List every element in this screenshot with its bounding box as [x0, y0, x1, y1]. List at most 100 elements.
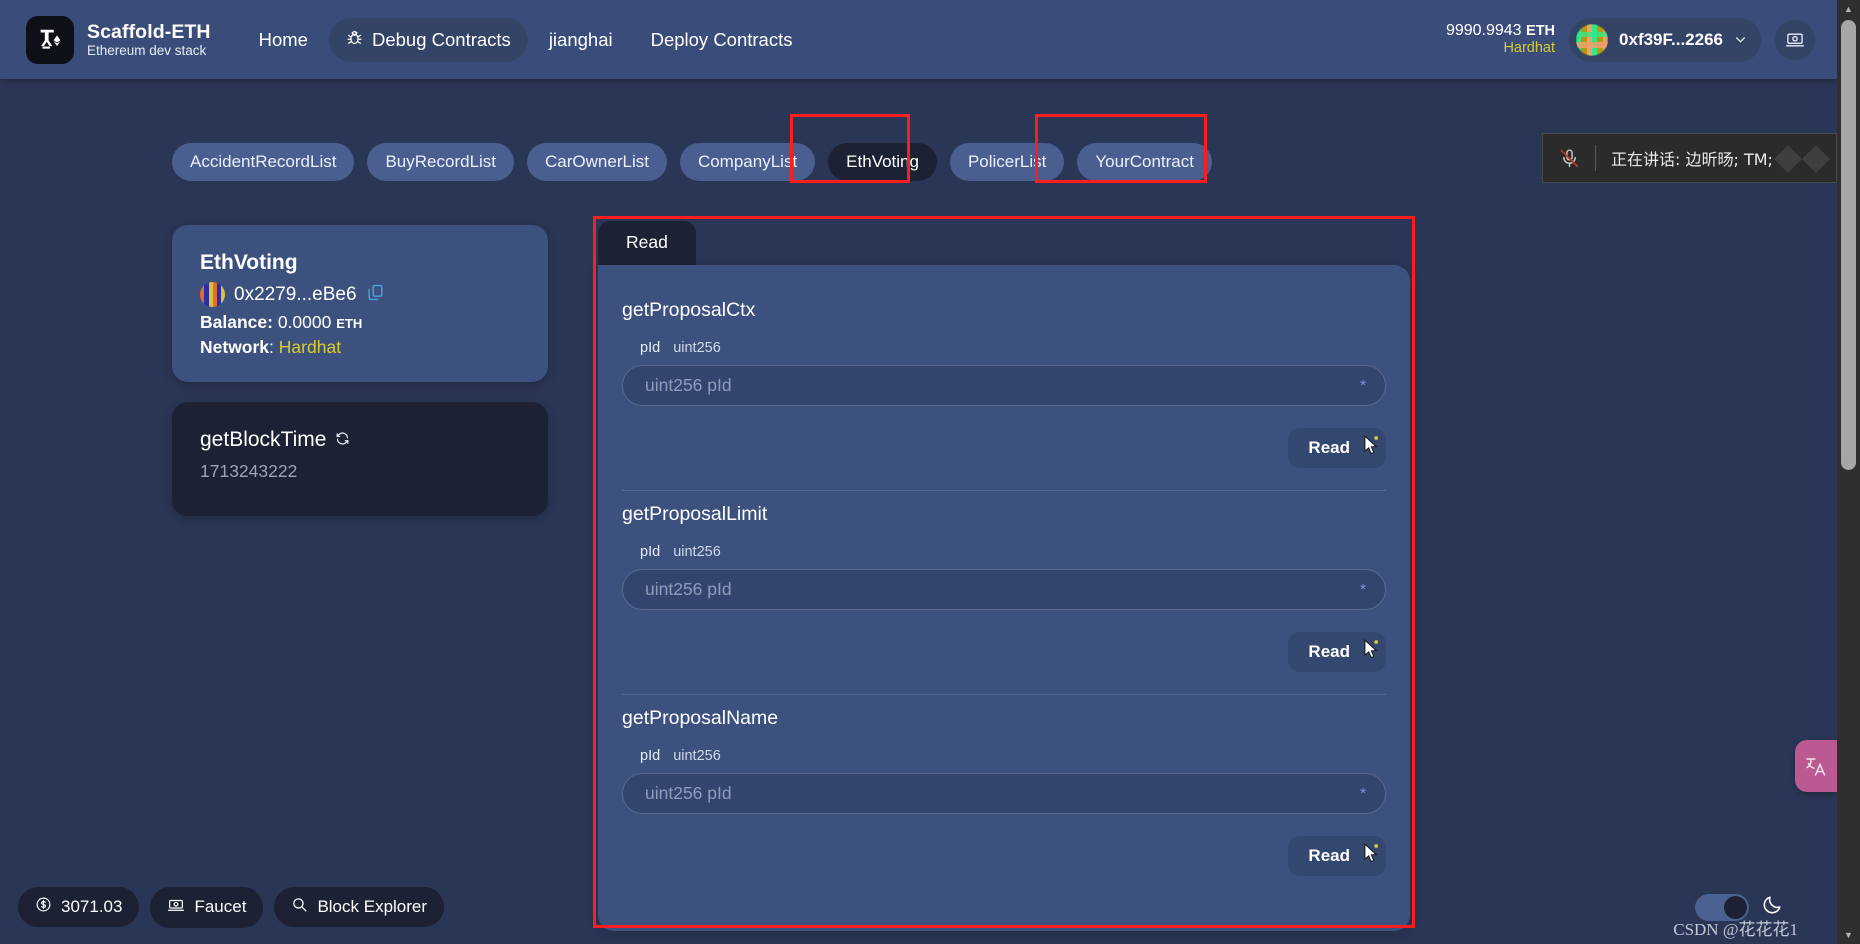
read-button-label: Read	[1308, 846, 1350, 865]
read-button-label: Read	[1308, 642, 1350, 661]
translate-icon[interactable]	[1795, 740, 1837, 792]
gas-price-value: 3071.03	[61, 897, 123, 916]
balance-label: Balance:	[200, 312, 273, 332]
brand[interactable]: Scaffold-ETH Ethereum dev stack	[26, 15, 211, 64]
contract-name: EthVoting	[200, 251, 298, 274]
block-explorer-button[interactable]: Block Explorer	[274, 887, 445, 927]
dollar-circle-icon	[35, 896, 52, 918]
blockie-avatar	[1576, 23, 1609, 56]
bug-icon	[346, 29, 363, 51]
search-icon	[291, 896, 308, 918]
faucet-button[interactable]: Faucet	[150, 886, 264, 928]
function-name: getBlockTime	[200, 428, 327, 451]
nav-item-debug-contracts[interactable]: Debug Contracts	[328, 17, 528, 62]
required-marker: *	[1360, 581, 1366, 598]
function-block-getproposalctx: getProposalCtx pId uint256 * Read	[622, 287, 1386, 491]
read-button[interactable]: Read	[1288, 632, 1386, 672]
nav-label: Home	[258, 28, 308, 50]
contract-tab-buyrecordlist[interactable]: BuyRecordList	[367, 143, 515, 181]
required-marker: *	[1360, 785, 1366, 802]
header-right: 9990.9943 ETH Hardhat 0xf39F...2266	[1446, 17, 1837, 62]
param-input[interactable]	[623, 375, 1385, 396]
faucet-label: Faucet	[194, 897, 247, 916]
param-input[interactable]	[623, 579, 1385, 600]
main-nav: Home Debug Contracts jianghai Deploy Con…	[242, 17, 810, 62]
function-block-getproposalname: getProposalName pId uint256 * Read	[622, 695, 1386, 898]
function-name: getProposalName	[622, 707, 779, 729]
balance-amount: 9990.9943	[1445, 21, 1522, 39]
brand-subtitle: Ethereum dev stack	[87, 42, 207, 58]
account-address: 0xf39F...2266	[1619, 29, 1723, 49]
contract-address[interactable]: 0x2279...eBe6	[234, 284, 357, 306]
required-marker: *	[1360, 377, 1366, 394]
contract-balance-line: Balance: 0.0000 ETH	[200, 312, 520, 333]
browser-scrollbar[interactable]: ▲ ▼	[1837, 0, 1860, 944]
param-type: uint256	[673, 748, 721, 764]
app-footer: 3071.03 Faucet Block Explorer	[0, 870, 1837, 944]
param-input-wrapper: *	[622, 773, 1386, 814]
faucet-banknote-icon	[167, 896, 185, 919]
network-value: Hardhat	[278, 337, 342, 357]
contract-sidebar: EthVoting 0x2279...eBe6 Balance: 0.0000 …	[172, 225, 548, 516]
network-label: Network	[200, 337, 270, 357]
refresh-icon[interactable]	[335, 428, 350, 452]
param-label: pId uint256	[640, 748, 1386, 764]
copy-icon[interactable]	[366, 283, 385, 307]
chevron-down-icon	[1734, 33, 1747, 46]
nav-item-deploy-contracts[interactable]: Deploy Contracts	[634, 18, 810, 62]
scroll-down-arrow-icon[interactable]: ▼	[1837, 926, 1860, 944]
moon-icon[interactable]	[1761, 894, 1783, 921]
screencast-icon[interactable]	[1775, 19, 1815, 60]
function-name: getProposalLimit	[622, 503, 768, 525]
tab-read[interactable]: Read	[598, 221, 696, 265]
wallet-balance: 9990.9943 ETH Hardhat	[1446, 22, 1555, 58]
contract-tab-companylist[interactable]: CompanyList	[679, 143, 816, 181]
mouse-pointer-icon	[1364, 639, 1379, 660]
read-button-label: Read	[1308, 438, 1350, 457]
contract-address-row: 0x2279...eBe6	[200, 282, 520, 307]
contract-tab-yourcontract[interactable]: YourContract	[1077, 143, 1212, 181]
function-block-getproposallimit: getProposalLimit pId uint256 * Read	[622, 491, 1386, 695]
mouse-pointer-icon	[1364, 843, 1379, 864]
get-block-time-value: 1713243222	[200, 461, 298, 481]
param-input[interactable]	[623, 783, 1385, 804]
contract-tab-list: AccidentRecordList BuyRecordList CarOwne…	[172, 143, 1212, 181]
app-header: Scaffold-ETH Ethereum dev stack Home Deb…	[0, 0, 1837, 79]
contract-tab-carownerlist[interactable]: CarOwnerList	[527, 143, 667, 181]
function-name: getProposalCtx	[622, 299, 756, 321]
balance-value: 0.0000	[277, 312, 332, 332]
toast-divider	[1595, 145, 1596, 171]
param-label: pId uint256	[640, 340, 1386, 356]
blockie-avatar	[200, 282, 225, 307]
network-name: Hardhat	[1503, 40, 1556, 57]
scrollbar-thumb[interactable]	[1841, 20, 1856, 470]
contract-tab-ethvoting[interactable]: EthVoting	[828, 143, 937, 181]
scroll-up-arrow-icon[interactable]: ▲	[1837, 0, 1860, 18]
scaffold-crane-ethereum-icon	[26, 15, 74, 64]
contract-tab-accidentrecordlist[interactable]: AccidentRecordList	[172, 143, 355, 181]
gas-price-button[interactable]: 3071.03	[18, 887, 140, 927]
read-panel: Read getProposalCtx pId uint256 * Read	[598, 221, 1410, 931]
theme-toggle[interactable]	[1695, 893, 1749, 921]
param-name: pId	[640, 340, 661, 356]
param-type: uint256	[673, 340, 721, 356]
microphone-muted-icon	[1543, 148, 1595, 169]
nav-item-jianghai[interactable]: jianghai	[532, 18, 630, 62]
param-label: pId uint256	[640, 544, 1386, 560]
toast-message: 正在讲话: 边昕旸; TM;	[1611, 150, 1773, 169]
contract-info-card: EthVoting 0x2279...eBe6 Balance: 0.0000 …	[172, 225, 548, 382]
nav-label: Deploy Contracts	[650, 28, 793, 50]
balance-unit: ETH	[336, 316, 363, 331]
contract-tab-policerlist[interactable]: PolicerList	[949, 143, 1065, 181]
get-block-time-card: getBlockTime 1713243222	[172, 402, 548, 516]
read-button[interactable]: Read	[1288, 428, 1386, 468]
param-input-wrapper: *	[622, 365, 1386, 406]
account-dropdown-button[interactable]: 0xf39F...2266	[1569, 17, 1761, 62]
mouse-pointer-icon	[1364, 435, 1379, 456]
footer-left: 3071.03 Faucet Block Explorer	[18, 886, 445, 928]
nav-label: Debug Contracts	[371, 28, 511, 50]
toast-decoration	[1774, 142, 1830, 181]
nav-item-home[interactable]: Home	[242, 18, 325, 62]
function-actions: Read	[622, 428, 1386, 468]
brand-title: Scaffold-ETH	[87, 20, 211, 43]
